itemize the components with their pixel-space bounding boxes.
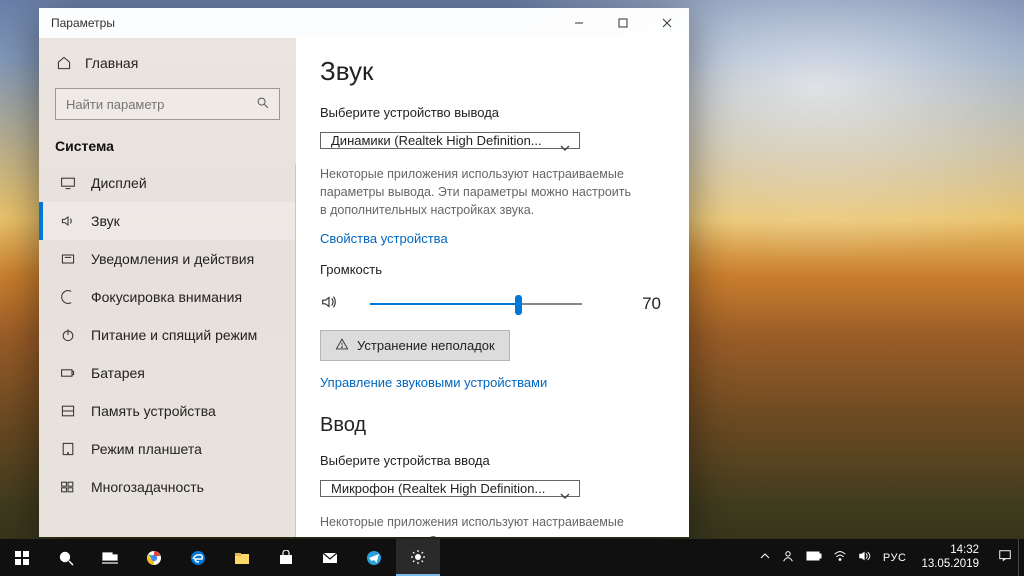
output-device-label: Выберите устройство вывода: [320, 105, 665, 120]
sidebar-item-label: Память устройства: [91, 403, 216, 419]
input-device-select[interactable]: Микрофон (Realtek High Definition...: [320, 480, 580, 497]
device-properties-link[interactable]: Свойства устройства: [320, 231, 665, 246]
main-panel: Звук Выберите устройство вывода Динамики…: [296, 38, 689, 537]
taskbar-app-store[interactable]: [264, 539, 308, 576]
sidebar-item-sound[interactable]: Звук: [39, 202, 295, 240]
tray-chevron-up-icon[interactable]: [760, 551, 770, 564]
taskbar-app-edge[interactable]: [176, 539, 220, 576]
battery-icon: [59, 364, 77, 382]
input-description: Некоторые приложения используют настраив…: [320, 513, 640, 537]
sidebar-heading: Система: [39, 124, 296, 164]
sidebar-item-label: Уведомления и действия: [91, 251, 254, 267]
sidebar-item-power[interactable]: Питание и спящий режим: [39, 316, 295, 354]
sidebar-item-label: Батарея: [91, 365, 145, 381]
tray-date: 13.05.2019: [921, 558, 979, 571]
multitasking-icon: [59, 478, 77, 496]
system-tray: РУС 14:32 13.05.2019: [754, 539, 1018, 576]
volume-value: 70: [642, 294, 665, 314]
taskbar-app-telegram[interactable]: [352, 539, 396, 576]
sidebar-item-label: Многозадачность: [91, 479, 204, 495]
task-view-icon[interactable]: [88, 539, 132, 576]
sidebar-item-label: Режим планшета: [91, 441, 202, 457]
tray-people-icon[interactable]: [781, 549, 795, 566]
sidebar-item-battery[interactable]: Батарея: [39, 354, 295, 392]
sidebar-item-tablet[interactable]: Режим планшета: [39, 430, 295, 468]
sidebar-item-focus[interactable]: Фокусировка внимания: [39, 278, 295, 316]
settings-window: Параметры Главная: [39, 8, 689, 537]
show-desktop-button[interactable]: [1018, 539, 1024, 576]
display-icon: [59, 174, 77, 192]
titlebar: Параметры: [39, 8, 689, 38]
tray-volume-icon[interactable]: [858, 549, 872, 566]
action-center-icon[interactable]: [998, 549, 1012, 566]
window-title: Параметры: [51, 16, 115, 30]
volume-slider[interactable]: [352, 294, 582, 314]
taskbar-app-explorer[interactable]: [220, 539, 264, 576]
storage-icon: [59, 402, 77, 420]
sidebar-item-multitasking[interactable]: Многозадачность: [39, 468, 295, 506]
taskbar-app-settings[interactable]: [396, 539, 440, 576]
warning-icon: [335, 337, 349, 354]
notifications-icon: [59, 250, 77, 268]
sidebar-item-label: Фокусировка внимания: [91, 289, 242, 305]
page-title: Звук: [320, 56, 665, 87]
manage-devices-link[interactable]: Управление звуковыми устройствами: [320, 375, 665, 390]
sidebar-item-display[interactable]: Дисплей: [39, 164, 295, 202]
sidebar-item-storage[interactable]: Память устройства: [39, 392, 295, 430]
chevron-down-icon: [559, 490, 571, 505]
output-device-select[interactable]: Динамики (Realtek High Definition...: [320, 132, 580, 149]
output-device-value: Динамики (Realtek High Definition...: [331, 133, 542, 148]
sidebar-home[interactable]: Главная: [39, 46, 296, 80]
output-description: Некоторые приложения используют настраив…: [320, 165, 640, 219]
sidebar-item-label: Звук: [91, 213, 120, 229]
sidebar: Главная Система Дисплей Звук: [39, 38, 296, 537]
search-icon: [256, 96, 270, 115]
input-heading: Ввод: [320, 414, 665, 437]
tray-language[interactable]: РУС: [883, 552, 907, 564]
taskbar-app-chrome[interactable]: [132, 539, 176, 576]
troubleshoot-label: Устранение неполадок: [357, 338, 495, 353]
power-icon: [59, 326, 77, 344]
focus-icon: [59, 288, 77, 306]
sidebar-item-label: Питание и спящий режим: [91, 327, 257, 343]
taskbar-search-icon[interactable]: [44, 539, 88, 576]
tray-battery-icon[interactable]: [806, 550, 822, 565]
tray-wifi-icon[interactable]: [833, 549, 847, 566]
tray-time: 14:32: [950, 544, 979, 557]
volume-label: Громкость: [320, 262, 665, 277]
input-device-label: Выберите устройства ввода: [320, 453, 665, 468]
minimize-button[interactable]: [557, 8, 601, 38]
volume-icon: [320, 293, 338, 314]
taskbar-app-mail[interactable]: [308, 539, 352, 576]
search-input[interactable]: [55, 88, 280, 120]
sidebar-home-label: Главная: [85, 55, 138, 71]
close-button[interactable]: [645, 8, 689, 38]
sidebar-nav[interactable]: Дисплей Звук Уведомления и действия Фоку…: [39, 164, 296, 537]
taskbar: РУС 14:32 13.05.2019: [0, 539, 1024, 576]
sidebar-item-notifications[interactable]: Уведомления и действия: [39, 240, 295, 278]
start-button[interactable]: [0, 539, 44, 576]
tablet-icon: [59, 440, 77, 458]
troubleshoot-button[interactable]: Устранение неполадок: [320, 330, 510, 361]
tray-clock[interactable]: 14:32 13.05.2019: [917, 544, 987, 570]
input-device-value: Микрофон (Realtek High Definition...: [331, 481, 545, 496]
sound-icon: [59, 212, 77, 230]
home-icon: [55, 54, 73, 72]
sidebar-item-label: Дисплей: [91, 175, 147, 191]
chevron-down-icon: [559, 142, 571, 157]
maximize-button[interactable]: [601, 8, 645, 38]
